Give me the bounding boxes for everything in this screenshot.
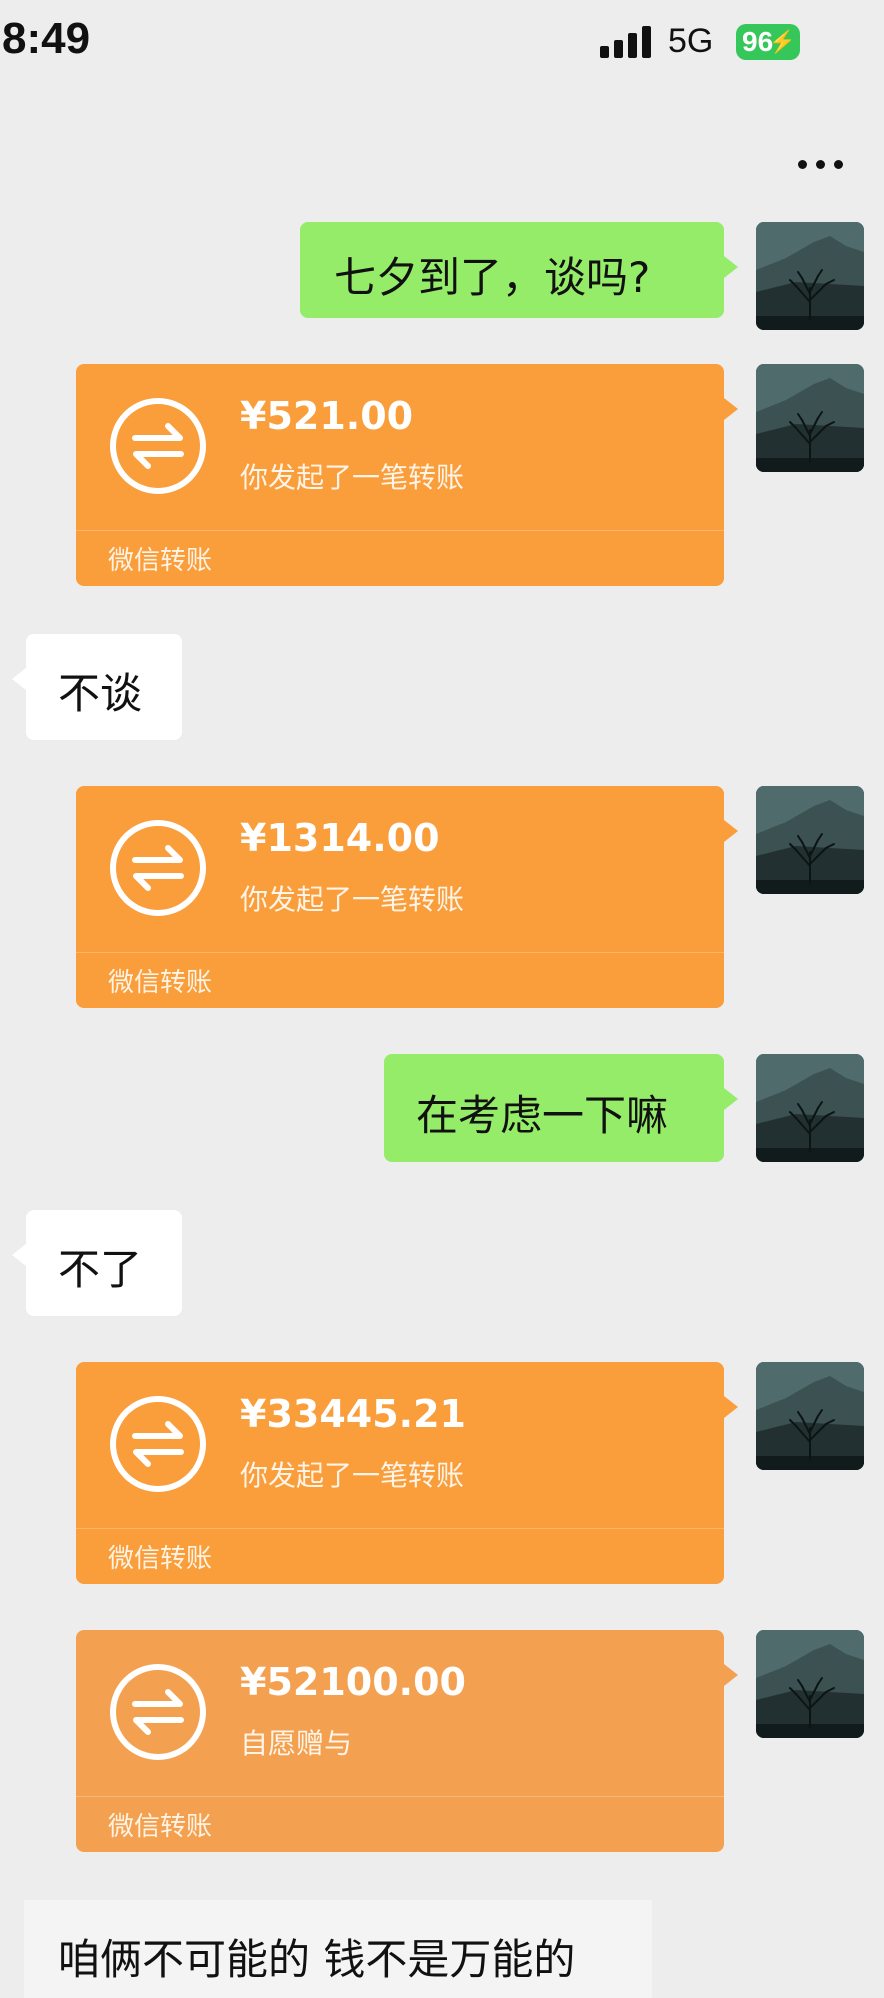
transfer-amount: ¥521.00 xyxy=(240,394,414,438)
transfer-arrows-icon xyxy=(108,396,208,496)
transfer-arrows-icon xyxy=(108,1394,208,1494)
message-text: 在考虑一下嘛 xyxy=(416,1091,669,1140)
message-text: 不谈 xyxy=(58,669,143,718)
transfer-card[interactable]: ¥52100.00 自愿赠与 微信转账 xyxy=(76,1630,738,1852)
message-bubble-incoming[interactable]: 不谈 xyxy=(12,634,182,740)
network-type: 5G xyxy=(668,22,714,60)
transfer-description: 你发起了一笔转账 xyxy=(240,461,465,494)
transfer-brand-label: 微信转账 xyxy=(108,1544,213,1574)
transfer-description: 自愿赠与 xyxy=(240,1727,353,1760)
message-text: 七夕到了，谈吗? xyxy=(334,253,651,302)
caption-box: 咱俩不可能的 钱不是万能的 xyxy=(24,1900,652,1998)
transfer-brand-label: 微信转账 xyxy=(108,1812,213,1842)
transfer-brand-label: 微信转账 xyxy=(108,968,213,998)
avatar[interactable] xyxy=(756,364,864,472)
transfer-arrows-icon xyxy=(108,1662,208,1762)
avatar[interactable] xyxy=(756,1054,864,1162)
battery-indicator: 96 ⚡ xyxy=(736,24,800,60)
message-bubble-incoming[interactable]: 不了 xyxy=(12,1210,182,1316)
divider xyxy=(76,530,724,531)
status-time: 8:49 xyxy=(2,14,91,63)
more-icon[interactable] xyxy=(796,144,846,184)
transfer-arrows-icon xyxy=(108,818,208,918)
signal-icon xyxy=(600,26,654,58)
transfer-card[interactable]: ¥521.00 你发起了一笔转账 微信转账 xyxy=(76,364,738,586)
avatar[interactable] xyxy=(756,222,864,330)
status-bar: 8:49 5G 96 ⚡ xyxy=(0,0,884,90)
message-bubble-outgoing[interactable]: 在考虑一下嘛 xyxy=(384,1054,738,1162)
avatar[interactable] xyxy=(756,786,864,894)
avatar[interactable] xyxy=(756,1630,864,1738)
transfer-amount: ¥33445.21 xyxy=(240,1392,466,1436)
transfer-amount: ¥52100.00 xyxy=(240,1660,466,1704)
transfer-description: 你发起了一笔转账 xyxy=(240,1459,465,1492)
divider xyxy=(76,1796,724,1797)
message-bubble-outgoing[interactable]: 七夕到了，谈吗? xyxy=(300,222,738,318)
transfer-amount: ¥1314.00 xyxy=(240,816,440,860)
caption-text: 咱俩不可能的 钱不是万能的 xyxy=(58,1935,576,1984)
message-text: 不了 xyxy=(58,1245,143,1294)
divider xyxy=(76,1528,724,1529)
transfer-card[interactable]: ¥1314.00 你发起了一笔转账 微信转账 xyxy=(76,786,738,1008)
divider xyxy=(76,952,724,953)
transfer-card[interactable]: ¥33445.21 你发起了一笔转账 微信转账 xyxy=(76,1362,738,1584)
avatar[interactable] xyxy=(756,1362,864,1470)
charging-icon: ⚡ xyxy=(768,29,796,54)
transfer-brand-label: 微信转账 xyxy=(108,546,213,576)
transfer-description: 你发起了一笔转账 xyxy=(240,883,465,916)
